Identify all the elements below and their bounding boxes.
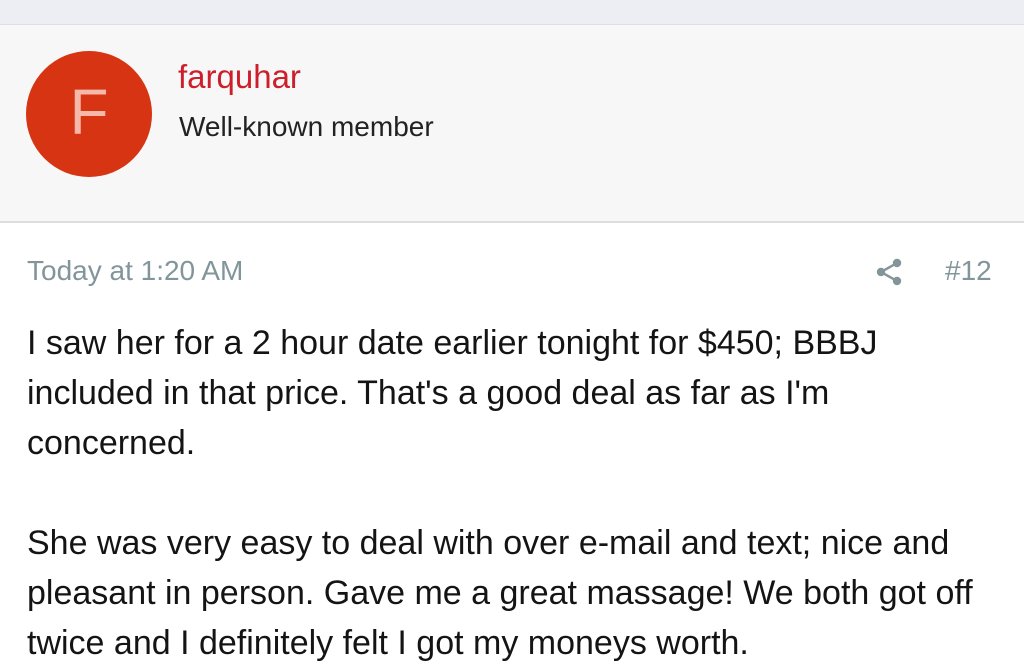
avatar-letter: F [69,76,109,148]
share-icon [876,258,902,286]
post-meta: Today at 1:20 AM #12 [0,248,1024,296]
post-number-link[interactable]: #12 [945,252,992,290]
post-paragraph: I saw her for a 2 hour date earlier toni… [27,324,878,462]
avatar[interactable]: F [26,51,152,177]
post-body: I saw her for a 2 hour date earlier toni… [27,318,1002,668]
author-panel: F farquhar Well-known member [0,25,1024,223]
post-timestamp[interactable]: Today at 1:20 AM [27,252,243,290]
top-strip [0,0,1024,25]
username-link[interactable]: farquhar [178,57,301,97]
user-title: Well-known member [179,111,434,142]
share-button[interactable] [872,256,906,288]
forum-post-view: F farquhar Well-known member Today at 1:… [0,0,1024,672]
post-paragraph: She was very easy to deal with over e-ma… [27,524,973,662]
